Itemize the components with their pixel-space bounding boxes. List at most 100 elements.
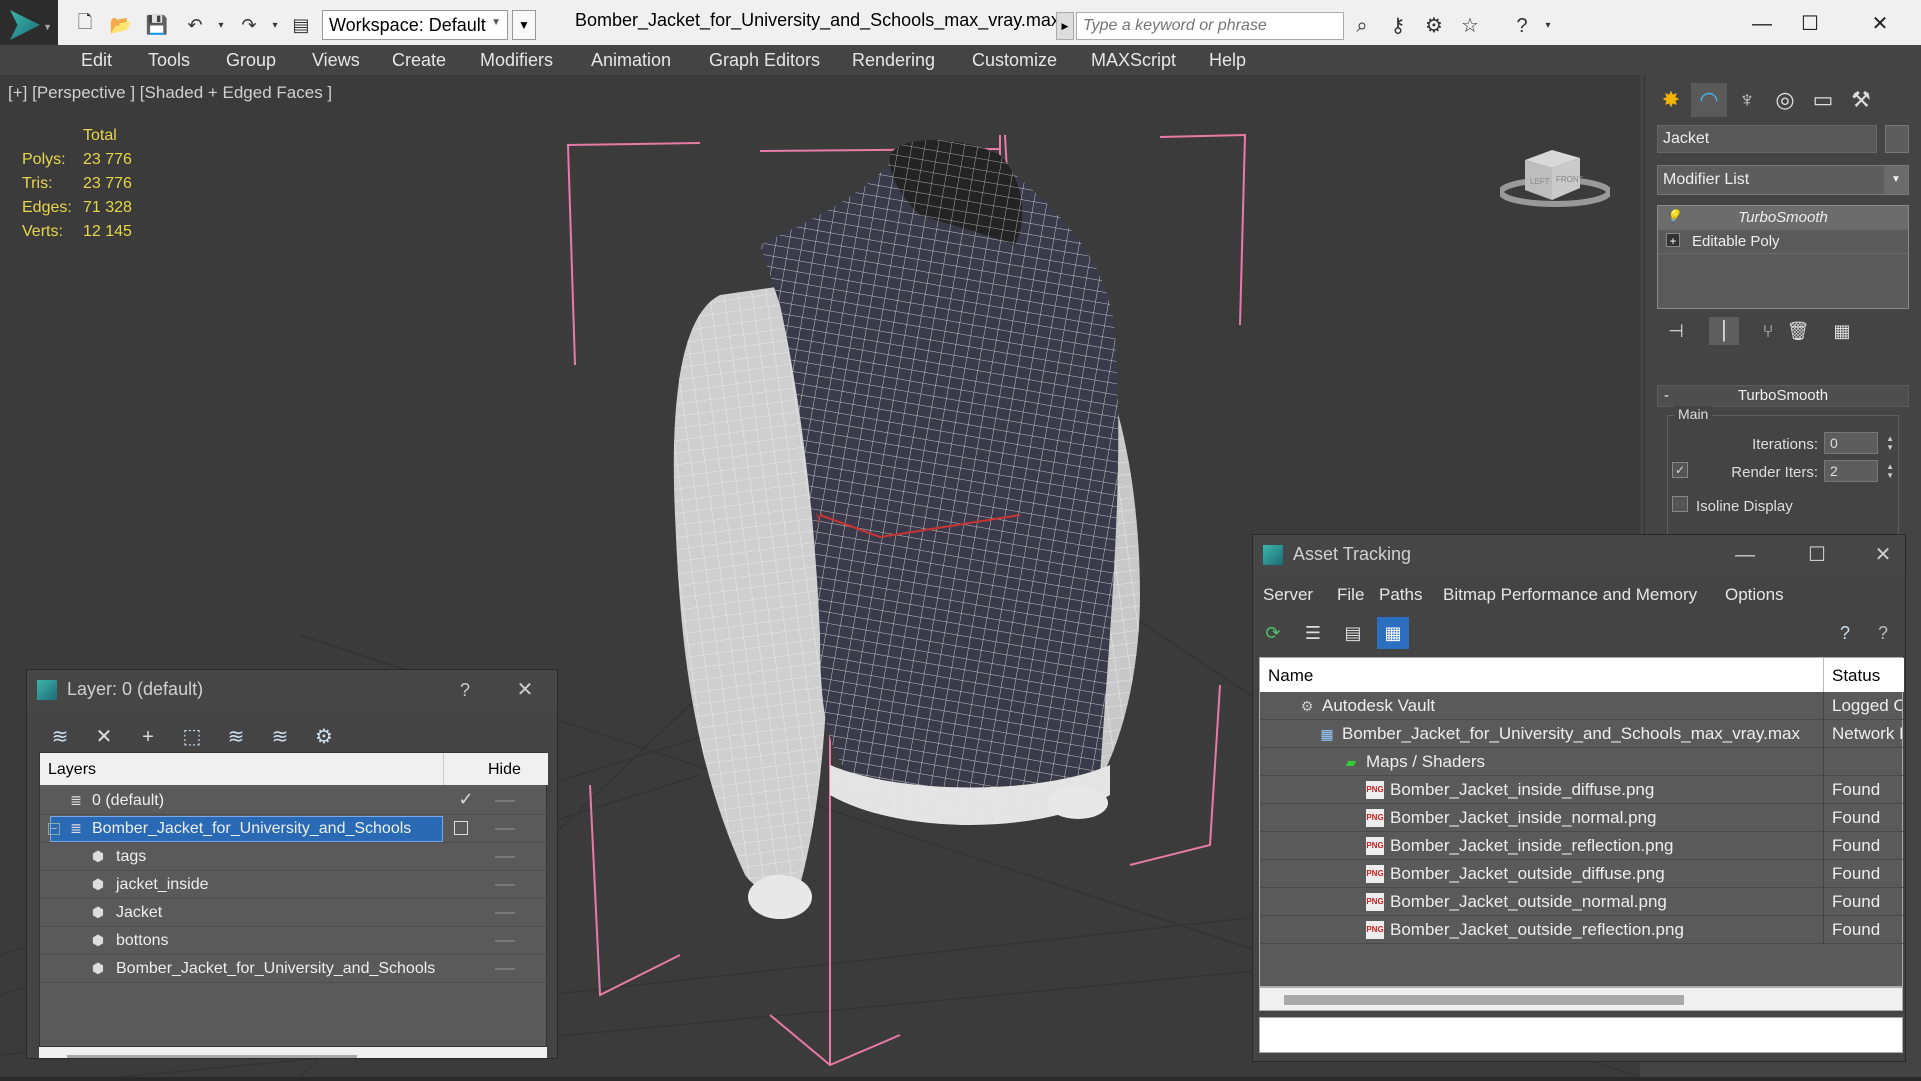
close-icon[interactable]: ✕	[1858, 6, 1902, 42]
make-unique-icon[interactable]: ⑂	[1753, 317, 1783, 345]
asset-row[interactable]: ▰ Maps / Shaders	[1260, 748, 1904, 776]
hide-toggle[interactable]	[495, 856, 515, 858]
menu-options[interactable]: Options	[1725, 585, 1784, 605]
hide-toggle[interactable]	[495, 800, 515, 802]
menu-server[interactable]: Server	[1263, 585, 1313, 605]
minimize-icon[interactable]: —	[1740, 6, 1784, 42]
new-file-icon[interactable]: 🗋	[72, 12, 98, 38]
motion-tab-icon[interactable]: ◎	[1767, 83, 1803, 117]
minimize-icon[interactable]: —	[1727, 541, 1763, 569]
create-layer-icon[interactable]: ≋	[45, 722, 75, 752]
menu-file[interactable]: File	[1337, 585, 1364, 605]
col-layers[interactable]: Layers	[48, 761, 96, 779]
object-name-field[interactable]: Jacket	[1657, 125, 1877, 153]
help-icon[interactable]: ?	[1508, 12, 1536, 40]
utilities-tab-icon[interactable]: ⚒	[1843, 83, 1879, 117]
select-layer-icon[interactable]: ≋	[221, 722, 251, 752]
current-layer-checkmark[interactable]: ✓	[458, 790, 474, 808]
asset-row[interactable]: ▦ Bomber_Jacket_for_University_and_Schoo…	[1260, 720, 1904, 748]
redo-dropdown-icon[interactable]: ▾	[262, 12, 288, 38]
add-to-layer-icon[interactable]: +	[133, 722, 163, 752]
menu-views[interactable]: Views	[312, 50, 360, 71]
menu-customize[interactable]: Customize	[972, 50, 1057, 71]
delete-layer-icon[interactable]: ✕	[89, 722, 119, 752]
menu-maxscript[interactable]: MAXScript	[1091, 50, 1176, 71]
horizontal-scrollbar[interactable]	[1259, 987, 1903, 1011]
col-status[interactable]: Status	[1832, 666, 1880, 686]
set-current-layer-icon[interactable]: ≋	[265, 722, 295, 752]
horizontal-scrollbar[interactable]	[39, 1047, 547, 1058]
maximize-icon[interactable]: ☐	[1788, 6, 1832, 42]
maximize-icon[interactable]: ☐	[1799, 541, 1835, 569]
display-tab-icon[interactable]: ▭	[1805, 83, 1841, 117]
help-icon[interactable]: ?	[1829, 617, 1861, 649]
help-button[interactable]: ?	[447, 676, 483, 704]
menu-bitmap-performance[interactable]: Bitmap Performance and Memory	[1443, 585, 1697, 605]
search-expand-button[interactable]: ▶	[1056, 12, 1074, 40]
undo-dropdown-icon[interactable]: ▾	[208, 12, 234, 38]
close-icon[interactable]: ✕	[1865, 541, 1901, 569]
dialog-title-bar[interactable]: Layer: 0 (default) ? ✕	[27, 670, 557, 710]
app-menu-button[interactable]: ▼	[0, 0, 58, 51]
layer-row[interactable]: ≣ 0 (default) ✓	[40, 787, 548, 815]
hide-toggle[interactable]	[495, 940, 515, 942]
set-current-box[interactable]	[454, 821, 468, 835]
table-view-icon[interactable]: ▦	[1377, 617, 1409, 649]
iterations-spinner[interactable]: 0	[1824, 432, 1878, 454]
menu-create[interactable]: Create	[392, 50, 446, 71]
scrollbar-thumb[interactable]	[67, 1055, 357, 1058]
pin-stack-icon[interactable]: ⊣	[1661, 317, 1691, 345]
menu-group[interactable]: Group	[226, 50, 276, 71]
spinner-arrows-icon[interactable]: ▲ ▼	[1886, 462, 1894, 480]
hierarchy-tab-icon[interactable]: ♆	[1729, 83, 1765, 117]
layer-settings-icon[interactable]: ⚙	[309, 722, 339, 752]
hide-toggle[interactable]	[495, 968, 515, 970]
spinner-arrows-icon[interactable]: ▲ ▼	[1886, 434, 1894, 452]
menu-paths[interactable]: Paths	[1379, 585, 1422, 605]
search-input[interactable]	[1076, 12, 1344, 40]
list-view-icon[interactable]: ☰	[1297, 617, 1329, 649]
modify-tab-icon[interactable]: ◠	[1691, 83, 1727, 117]
workspace-dropdown[interactable]: Workspace: Default ▼	[322, 10, 508, 40]
close-icon[interactable]: ✕	[507, 676, 543, 704]
hide-toggle[interactable]	[495, 828, 515, 830]
modifier-list-dropdown[interactable]: Modifier List ▼	[1657, 165, 1909, 195]
col-hide[interactable]: Hide	[488, 761, 521, 779]
select-objects-icon[interactable]: ⬚	[177, 722, 207, 752]
remove-modifier-icon[interactable]: 🗑	[1783, 317, 1813, 345]
tree-view-icon[interactable]: ▤	[1337, 617, 1369, 649]
object-row[interactable]: ⬢ jacket_inside	[40, 871, 548, 899]
collapse-icon[interactable]: –	[48, 823, 60, 835]
scrollbar-thumb[interactable]	[1284, 995, 1684, 1005]
open-file-icon[interactable]: 📂	[108, 12, 134, 38]
lightbulb-icon[interactable]: 💡	[1666, 209, 1681, 223]
menu-help[interactable]: Help	[1209, 50, 1246, 71]
menu-rendering[interactable]: Rendering	[852, 50, 935, 71]
redo-icon[interactable]: ↷	[236, 12, 262, 38]
asset-row[interactable]: PNG Bomber_Jacket_outside_reflection.png…	[1260, 916, 1904, 944]
subscription-icon[interactable]: ⚙	[1420, 12, 1448, 40]
highlight-help-icon[interactable]: ?	[1867, 617, 1899, 649]
viewport-label[interactable]: [+] [Perspective ] [Shaded + Edged Faces…	[8, 83, 332, 103]
binoculars-icon[interactable]: ⌕	[1348, 12, 1376, 40]
hide-toggle[interactable]	[495, 912, 515, 914]
menu-tools[interactable]: Tools	[148, 50, 190, 71]
expand-plus-icon[interactable]: +	[1666, 233, 1680, 248]
layer-row-selected[interactable]: – ≣ Bomber_Jacket_for_University_and_Sch…	[40, 815, 548, 843]
project-folder-icon[interactable]: ▤	[288, 12, 314, 38]
object-row[interactable]: ⬢ Bomber_Jacket_for_University_and_Schoo…	[40, 955, 548, 983]
asset-row[interactable]: PNG Bomber_Jacket_inside_reflection.png …	[1260, 832, 1904, 860]
undo-icon[interactable]: ↶	[182, 12, 208, 38]
turbosmooth-rollout-header[interactable]: - TurboSmooth	[1657, 385, 1909, 407]
create-tab-icon[interactable]: ✸	[1653, 83, 1689, 117]
chevron-down-icon[interactable]: ▾	[1534, 12, 1562, 40]
column-divider[interactable]	[443, 753, 444, 785]
dialog-title-bar[interactable]: Asset Tracking — ☐ ✕	[1253, 535, 1905, 575]
configure-sets-icon[interactable]: ▦	[1827, 317, 1857, 345]
save-file-icon[interactable]: 💾	[144, 12, 170, 38]
stack-item-turbosmooth[interactable]: 💡 TurboSmooth	[1658, 206, 1908, 230]
viewcube[interactable]: LEFT FRONT	[1500, 130, 1610, 210]
asset-path-field[interactable]	[1259, 1017, 1903, 1053]
render-iters-checkbox[interactable]: ✓	[1672, 462, 1688, 478]
favorites-star-icon[interactable]: ☆	[1456, 12, 1484, 40]
